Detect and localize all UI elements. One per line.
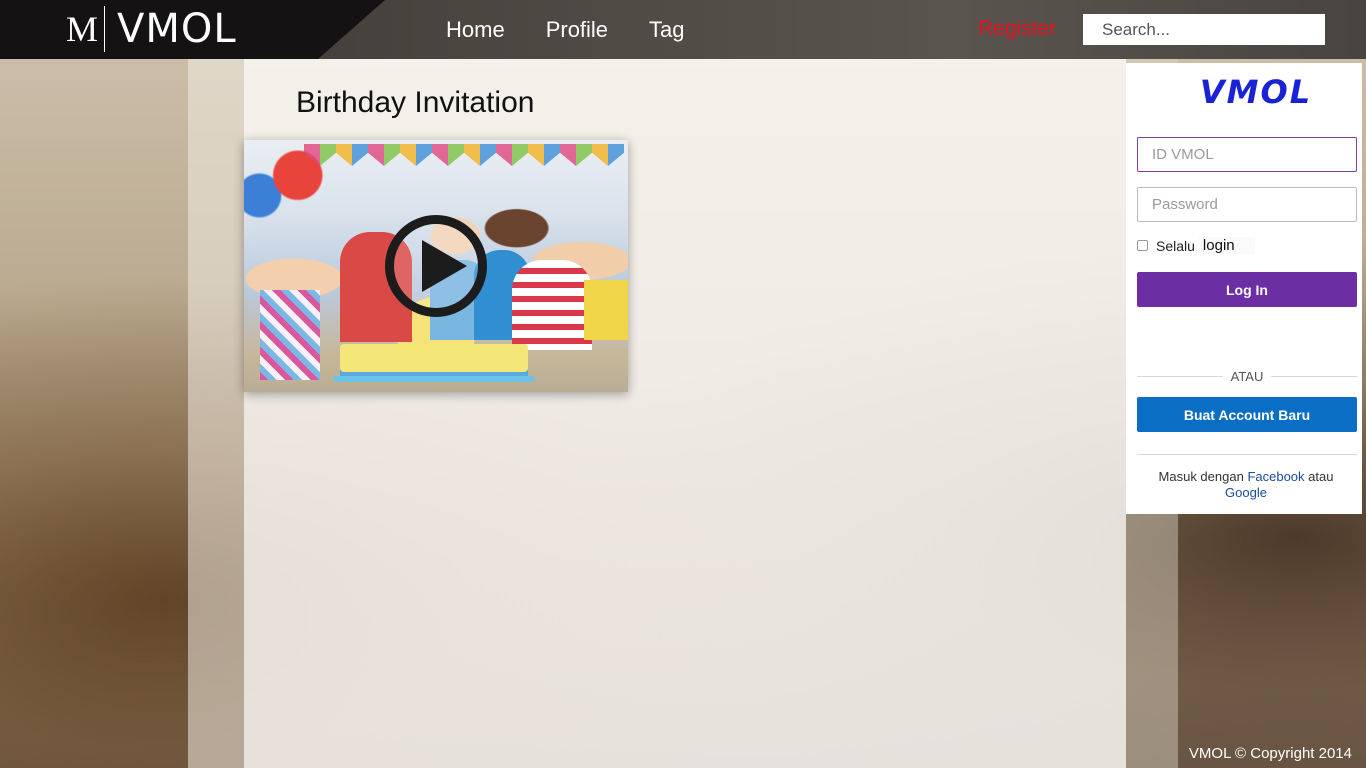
logo-text: VMOL — [117, 6, 237, 52]
remember-checkbox[interactable] — [1137, 240, 1148, 251]
background-strip-left — [188, 59, 244, 768]
google-link[interactable]: Google — [1225, 485, 1267, 500]
nav-tag[interactable]: Tag — [649, 16, 684, 44]
search-input[interactable] — [1083, 14, 1325, 45]
top-header: M VMOL Home Profile Tag Register — [0, 0, 1366, 59]
logo-mark-icon: M — [66, 9, 98, 49]
id-field[interactable] — [1137, 137, 1357, 172]
photo-detail — [512, 260, 592, 350]
social-join: atau — [1308, 469, 1334, 484]
remember-label: Selalu — [1156, 237, 1195, 254]
login-button[interactable]: Log In — [1137, 272, 1357, 307]
register-link[interactable]: Register — [978, 16, 1056, 42]
divider-line — [1137, 376, 1223, 377]
create-account-button[interactable]: Buat Account Baru — [1137, 397, 1357, 432]
play-triangle — [422, 240, 467, 292]
remember-me[interactable]: Selalu login — [1137, 237, 1255, 254]
or-divider: ATAU — [1137, 369, 1357, 384]
facebook-link[interactable]: Facebook — [1247, 469, 1304, 484]
login-panel: VMOL Selalu login Log In ATAU Buat Accou… — [1126, 63, 1362, 514]
cake-plate — [334, 376, 534, 382]
party-bunting — [304, 144, 624, 166]
nav-home[interactable]: Home — [446, 16, 505, 44]
video-thumbnail[interactable] — [244, 140, 628, 392]
site-logo[interactable]: M VMOL — [66, 6, 237, 52]
password-field[interactable] — [1137, 187, 1357, 222]
play-icon[interactable] — [385, 215, 487, 317]
remember-label-suffix: login — [1198, 237, 1255, 254]
page-title: Birthday Invitation — [296, 86, 535, 119]
footer-copyright: VMOL © Copyright 2014 — [1188, 745, 1352, 762]
gift-box — [260, 290, 320, 380]
divider-text: ATAU — [1230, 369, 1264, 384]
social-login-text: Masuk dengan Facebook atau Google — [1126, 469, 1366, 501]
divider-line — [1271, 376, 1357, 377]
birthday-cake — [340, 344, 528, 380]
social-prefix: Masuk dengan — [1158, 469, 1244, 484]
divider-line — [1137, 454, 1357, 455]
gift-box — [584, 280, 628, 340]
logo-separator — [104, 6, 106, 52]
main-nav: Home Profile Tag — [446, 16, 726, 44]
nav-profile[interactable]: Profile — [546, 16, 608, 44]
login-brand-title: VMOL — [1199, 73, 1313, 111]
